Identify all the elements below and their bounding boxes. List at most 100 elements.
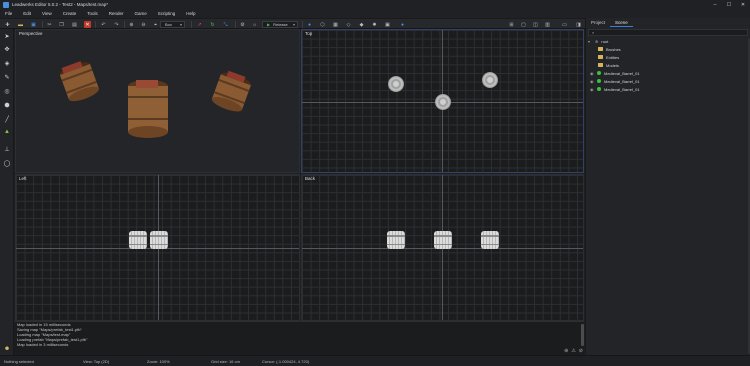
save-icon[interactable]: ▣ xyxy=(30,21,37,28)
menu-game[interactable]: Game xyxy=(130,11,153,16)
tab-scene[interactable]: Scene xyxy=(610,19,633,27)
path-tool-icon[interactable]: ◯ xyxy=(3,159,11,167)
barrel-side-view[interactable] xyxy=(481,231,499,249)
open-icon[interactable]: ▬ xyxy=(17,21,24,28)
tab-project[interactable]: Project xyxy=(586,19,610,27)
barrel-top-view[interactable] xyxy=(435,94,451,110)
paste-icon[interactable]: ▤ xyxy=(71,21,78,28)
new-icon[interactable]: ✚ xyxy=(4,21,11,28)
maximize-icon[interactable]: ☐ xyxy=(722,0,736,9)
grid-icon[interactable]: ▦ xyxy=(332,21,339,28)
output-console[interactable]: Map loaded in 15 milliseconds Saving map… xyxy=(14,321,584,355)
tree-item-label: Medieval_Barrel_01 xyxy=(604,78,640,84)
tree-item-label: Medieval_Barrel_01 xyxy=(604,86,640,92)
camera-icon[interactable]: ▣ xyxy=(384,21,391,28)
console-scrollbar[interactable] xyxy=(581,324,584,346)
cut-icon[interactable]: ✂ xyxy=(46,21,53,28)
user-avatar-icon[interactable]: ☻ xyxy=(3,345,11,353)
window-title: Leadwerks Editor 5.0.2 - Test2 - Maps/te… xyxy=(12,2,108,7)
info-icon[interactable]: ● xyxy=(399,21,406,28)
console-filter-icon[interactable]: ⊕ xyxy=(564,348,568,354)
barrel-side-view[interactable] xyxy=(129,231,147,249)
viewport-top[interactable]: Top xyxy=(301,29,584,173)
title-bar: Leadwerks Editor 5.0.2 - Test2 - Maps/te… xyxy=(0,0,750,9)
console-clear-icon[interactable]: ⊘ xyxy=(579,348,583,354)
light-bulb-icon[interactable]: ✹ xyxy=(371,21,378,28)
menu-file[interactable]: File xyxy=(0,11,18,16)
menu-create[interactable]: Create xyxy=(58,11,83,16)
visibility-icon[interactable]: ◉ xyxy=(590,71,594,76)
tree-item-barrel[interactable]: ◉ Medieval_Barrel_01 xyxy=(590,85,640,93)
layout-split-icon[interactable]: ◫ xyxy=(532,21,539,28)
status-grid: Grid size: 16 cm xyxy=(211,359,240,364)
console-warn-icon[interactable]: ⚠ xyxy=(571,348,575,354)
scale-icon[interactable]: ⤡ xyxy=(222,21,229,28)
expand-icon[interactable]: ▾ xyxy=(588,39,592,44)
minimize-icon[interactable]: – xyxy=(708,0,722,9)
barrel-model xyxy=(59,61,99,102)
barrel-model xyxy=(211,70,251,112)
close-icon[interactable]: ✕ xyxy=(736,0,750,9)
viewport-left[interactable]: Left xyxy=(15,174,300,321)
delete-icon[interactable]: ✕ xyxy=(84,21,91,28)
zoom-in-icon[interactable]: ⊕ xyxy=(128,21,135,28)
paint-tool-icon[interactable]: ╱ xyxy=(3,115,11,123)
shade-icon[interactable]: ◆ xyxy=(358,21,365,28)
build-config-dropdown[interactable]: ▶ Release ▾ xyxy=(262,21,298,28)
pen-tool-icon[interactable]: ✎ xyxy=(3,73,11,81)
build-icon[interactable]: ⚙ xyxy=(239,21,246,28)
menu-scripting[interactable]: Scripting xyxy=(153,11,182,16)
panel-toggle-icon[interactable]: ◨ xyxy=(575,21,582,28)
move-icon[interactable]: ↗ xyxy=(196,21,203,28)
barrel-side-view[interactable] xyxy=(434,231,452,249)
panel-tabs: Project Scene xyxy=(586,19,633,27)
menu-edit[interactable]: Edit xyxy=(18,11,37,16)
undo-icon[interactable]: ↶ xyxy=(100,21,107,28)
globe-icon[interactable]: ● xyxy=(306,21,313,28)
layout-quad-icon[interactable]: ⊞ xyxy=(508,21,515,28)
status-bar: Nothing selected View: Top (2D) Zoom: 10… xyxy=(0,355,750,366)
snap-icon[interactable]: ⌖ xyxy=(152,21,159,28)
visibility-icon[interactable]: ◉ xyxy=(590,79,594,84)
menu-help[interactable]: Help xyxy=(181,11,201,16)
tree-item-barrel[interactable]: ◉ Medieval_Barrel_01 xyxy=(590,69,640,77)
tree-item-root[interactable]: ▾ ⊕ root xyxy=(588,37,608,45)
select-tool-icon[interactable]: ➤ xyxy=(3,32,11,40)
tree-item-brushes[interactable]: Brushes xyxy=(598,45,621,53)
rotate-icon[interactable]: ↻ xyxy=(209,21,216,28)
copy-icon[interactable]: ❐ xyxy=(58,21,65,28)
model-icon xyxy=(597,87,601,91)
barrel-top-view[interactable] xyxy=(388,76,404,92)
tree-item-barrel[interactable]: ◉ Medieval_Barrel_01 xyxy=(590,77,640,85)
layout-single-icon[interactable]: ▢ xyxy=(520,21,527,28)
move-tool-icon[interactable]: ✥ xyxy=(3,45,11,53)
cube-icon[interactable]: ⬡ xyxy=(319,21,326,28)
redo-icon[interactable]: ↷ xyxy=(113,21,120,28)
viewport-back[interactable]: Back xyxy=(301,174,584,321)
viewport-perspective[interactable]: Perspective xyxy=(15,29,300,173)
console-line: Map loaded in 3 milliseconds xyxy=(17,342,69,347)
status-selection: Nothing selected xyxy=(4,359,34,364)
menu-view[interactable]: View xyxy=(37,11,58,16)
box-tool-icon[interactable]: ◈ xyxy=(3,59,11,67)
wire-icon[interactable]: ◇ xyxy=(345,21,352,28)
face-tool-icon[interactable]: ⬢ xyxy=(3,101,11,109)
zoom-out-icon[interactable]: ⊖ xyxy=(140,21,147,28)
build-config-value: Release xyxy=(273,22,288,27)
menu-render[interactable]: Render xyxy=(104,11,130,16)
menu-tools[interactable]: Tools xyxy=(82,11,104,16)
light-icon[interactable]: ☼ xyxy=(251,21,258,28)
barrel-top-view[interactable] xyxy=(482,72,498,88)
tree-item-entities[interactable]: Entities xyxy=(598,53,619,61)
layout-wide-icon[interactable]: ▭ xyxy=(561,21,568,28)
scene-search-input[interactable]: ⌕ xyxy=(588,29,748,36)
layout-triple-icon[interactable]: ▥ xyxy=(544,21,551,28)
tree-item-models[interactable]: Models xyxy=(598,61,619,69)
vertex-tool-icon[interactable]: ◎ xyxy=(3,87,11,95)
hierarchy-tool-icon[interactable]: ⊥ xyxy=(3,145,11,153)
barrel-side-view[interactable] xyxy=(150,231,168,249)
barrel-side-view[interactable] xyxy=(387,231,405,249)
visibility-icon[interactable]: ◉ xyxy=(590,87,594,92)
select-mode-dropdown[interactable]: Box ▾ xyxy=(160,21,185,28)
terrain-tool-icon[interactable]: ▲ xyxy=(3,128,11,136)
